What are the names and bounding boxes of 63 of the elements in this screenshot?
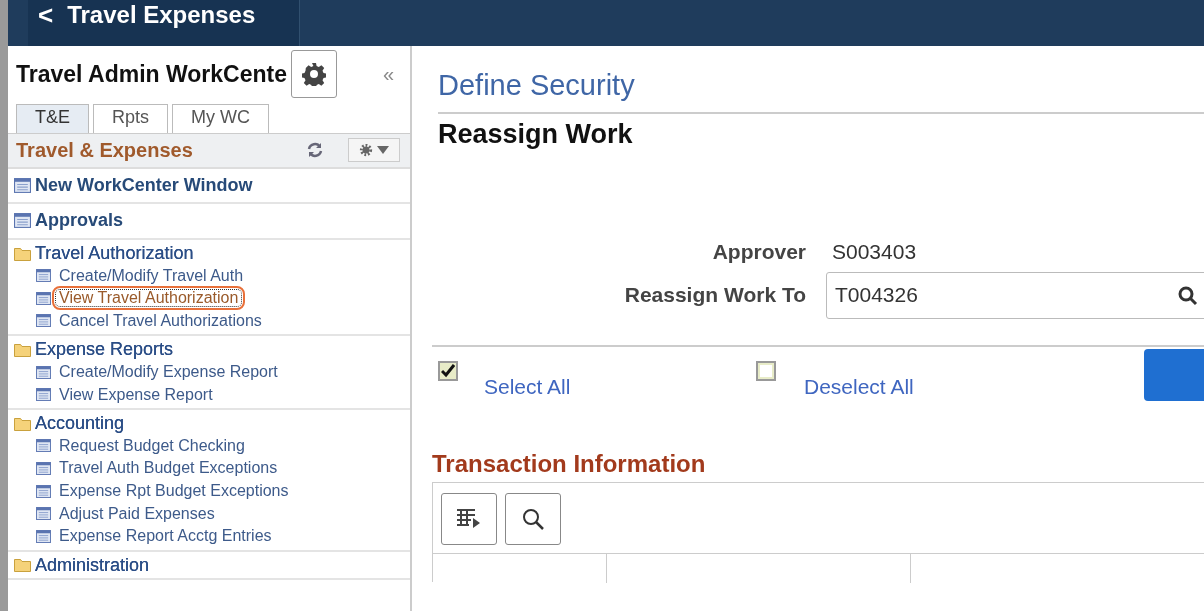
page-icon (36, 461, 51, 475)
folder-icon (14, 558, 31, 573)
menu-link[interactable]: Cancel Travel Authorizations (57, 308, 264, 333)
page-icon (36, 269, 51, 283)
refresh-icon[interactable] (306, 141, 324, 160)
section-title: Travel & Expenses (16, 138, 193, 164)
search-icon (522, 508, 544, 530)
page-icon (36, 507, 51, 521)
menu-link[interactable]: Expense Rpt Budget Exceptions (57, 479, 291, 503)
grid-view-button[interactable] (441, 493, 497, 545)
collapse-icon[interactable]: « (382, 64, 394, 84)
folder-label[interactable]: Expense Reports (35, 339, 174, 361)
search-button[interactable] (505, 493, 561, 545)
search-icon[interactable] (1178, 285, 1198, 306)
field-label: Approver (711, 239, 806, 265)
menu-link[interactable]: View Travel Authorization (52, 286, 246, 311)
page-icon (36, 388, 51, 402)
page-icon (36, 484, 51, 498)
input-field[interactable]: T004326 (826, 271, 1204, 319)
page-icon (36, 439, 51, 453)
page-icon (14, 177, 31, 193)
menu-link[interactable]: Approvals (35, 210, 124, 232)
checkbox[interactable] (756, 360, 776, 381)
breadcrumb-title: Define Security (438, 68, 636, 103)
menu-link[interactable]: Request Budget Checking (57, 433, 247, 458)
menu-link[interactable]: Travel Auth Budget Exceptions (57, 456, 280, 481)
folder-icon (14, 342, 31, 357)
workcenter-title: Travel Admin WorkCente (16, 59, 287, 89)
folder-label[interactable]: Administration (35, 554, 150, 577)
page-icon (36, 291, 51, 305)
menu-link[interactable]: Adjust Paid Expenses (57, 501, 217, 526)
page-icon (36, 529, 51, 543)
section-title: Transaction Information (432, 449, 707, 479)
settings-icon (359, 143, 373, 158)
back-icon[interactable]: < (38, 0, 54, 35)
app-title: Travel Expenses (67, 0, 256, 30)
page-icon (14, 213, 31, 229)
tab[interactable]: Rpts (93, 104, 169, 133)
page-title: Reassign Work (438, 117, 634, 151)
grid-icon (456, 508, 482, 530)
tab[interactable]: My WC (172, 104, 269, 133)
folder-label[interactable]: Accounting (35, 412, 125, 435)
page-icon (36, 365, 51, 379)
tab[interactable]: T&E (16, 104, 89, 133)
page-icon (36, 314, 51, 328)
folder-icon (14, 246, 31, 261)
menu-link[interactable]: New WorkCenter Window (35, 174, 253, 197)
select-link[interactable]: Deselect All (804, 370, 914, 402)
select-link[interactable]: Select All (484, 370, 571, 402)
field-label: Reassign Work To (623, 282, 806, 309)
menu-link[interactable]: View Expense Report (57, 382, 215, 407)
menu-link[interactable]: Create/Modify Travel Auth (57, 263, 246, 288)
folder-label[interactable]: Travel Authorization (35, 242, 194, 265)
folder-icon (14, 416, 31, 431)
menu-link[interactable]: Expense Report Acctg Entries (57, 524, 274, 549)
settings-button[interactable] (290, 50, 337, 98)
action-button[interactable] (1144, 348, 1204, 401)
options-menu-button[interactable] (348, 138, 400, 163)
settings-icon (301, 62, 326, 86)
field-value: S003403 (832, 239, 917, 265)
menu-link[interactable]: Create/Modify Expense Report (57, 360, 280, 385)
checkbox[interactable] (438, 360, 458, 381)
caret-icon (377, 146, 389, 155)
